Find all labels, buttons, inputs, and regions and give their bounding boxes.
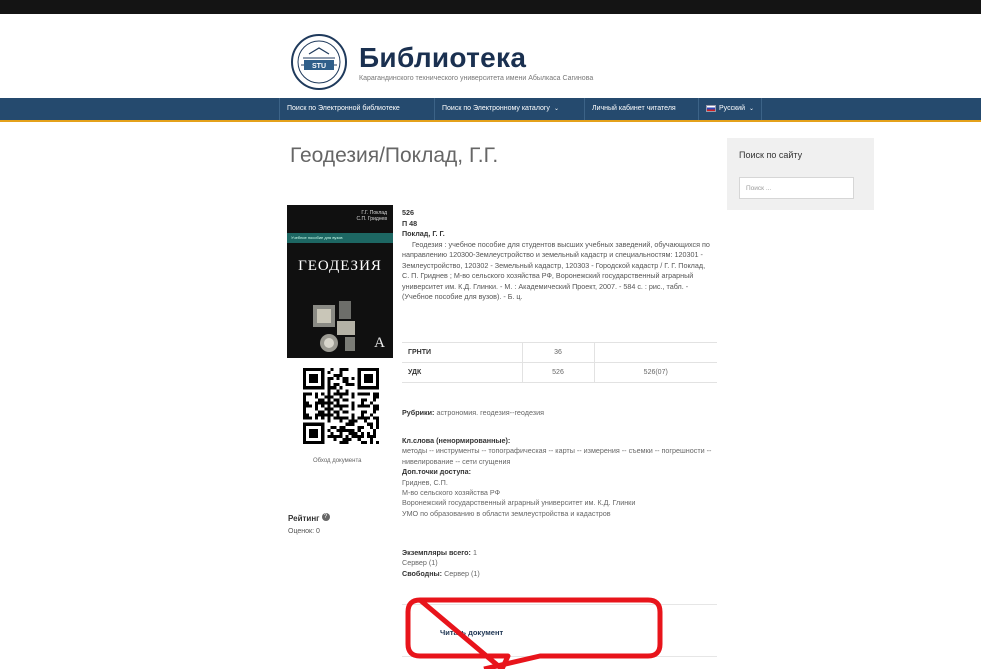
table-cell xyxy=(593,342,717,363)
qr-code[interactable] xyxy=(303,368,379,444)
copies-free-label: Свободны: xyxy=(402,568,443,578)
bibliographic-record: 526 П 48 Поклад, Г. Г. Геодезия : учебно… xyxy=(402,208,714,303)
chevron-down-icon: ⌄ xyxy=(553,106,559,112)
nav-label: Русский xyxy=(719,105,745,112)
nav-item-ebook-search[interactable]: Поиск по Электронной библиотеке xyxy=(279,98,407,120)
nav-item-language[interactable]: Русский ⌄ xyxy=(698,98,763,120)
access-point-item: Воронежский государственный аграрный уни… xyxy=(402,498,636,508)
cover-title: ГЕОДЕЗИЯ xyxy=(298,258,382,274)
access-point-item: Гриднев, С.П. xyxy=(402,477,448,487)
record-code: 526 xyxy=(402,208,414,217)
cover-series: Учебное пособие для вузов xyxy=(291,235,343,240)
book-cover[interactable]: Г.Г. Поклад С.П. Гриднев Учебное пособие… xyxy=(287,205,393,358)
table-cell: ГРНТИ xyxy=(402,342,522,363)
copies-total-value: 1 xyxy=(472,548,477,557)
copies-free-value: Сервер (1) xyxy=(444,568,480,578)
copies-info: Экземпляры всего: 1 Сервер (1) Свободны:… xyxy=(402,548,722,579)
table-cell: 526(07) xyxy=(593,362,717,383)
table-row: ГРНТИ 36 xyxy=(402,342,717,363)
rubrics: Рубрики: астрономия. геодезия--геодезия xyxy=(402,408,722,418)
nav-label: Личный кабинет читателя xyxy=(592,105,676,112)
rating-label: Рейтинг xyxy=(288,514,320,523)
copies-total-label: Экземпляры всего: xyxy=(402,548,471,557)
table-cell: 36 xyxy=(521,342,594,363)
nav-item-reader-account[interactable]: Личный кабинет читателя xyxy=(584,98,683,120)
read-document-link[interactable]: Читать документ xyxy=(440,628,503,637)
page-title: Геодезия/Поклад, Г.Г. xyxy=(290,144,499,167)
access-point-item: М-во сельского хозяйства РФ xyxy=(402,488,501,498)
publisher-mark: A xyxy=(374,335,385,351)
table-row: УДК 526 526(07) xyxy=(402,362,717,383)
nav-label: Поиск по Электронной библиотеке xyxy=(287,105,400,112)
rubrics-value: астрономия. геодезия--геодезия xyxy=(436,408,544,417)
table-cell: УДК xyxy=(402,362,522,383)
qr-caption: Обход документа xyxy=(313,458,362,464)
cover-instruments-image xyxy=(313,301,355,352)
rating-votes: Оценок: 0 xyxy=(288,528,320,535)
logo-text: STU xyxy=(312,63,326,70)
access-points-label: Доп.точки доступа: xyxy=(402,467,472,477)
site-header: STU Библиотека Карагандинского техническ… xyxy=(291,34,593,90)
rating-block: Рейтинг? Оценок: 0 xyxy=(288,508,330,535)
keywords-label: Кл.слова (ненормированные): xyxy=(402,436,511,445)
record-description: Геодезия : учебное пособие для студентов… xyxy=(402,239,710,302)
record-author: Поклад, Г. Г. xyxy=(402,229,445,238)
table-cell: 526 xyxy=(521,362,594,383)
rubrics-label: Рубрики: xyxy=(402,408,435,417)
sidebar-search-widget: Поиск по сайту xyxy=(727,138,874,210)
nav-label: Поиск по Электронному каталогу xyxy=(442,105,550,112)
copies-server: Сервер (1) xyxy=(402,558,438,568)
help-icon[interactable]: ? xyxy=(321,512,330,521)
classification-table: ГРНТИ 36 УДК 526 526(07) xyxy=(402,342,717,383)
nav-item-catalog-search[interactable]: Поиск по Электронному каталогу ⌄ xyxy=(434,98,566,120)
site-subtitle: Карагандинского технического университет… xyxy=(359,74,594,82)
keywords-value: методы -- инструменты -- топографическая… xyxy=(402,446,712,466)
record-author-sign: П 48 xyxy=(402,218,418,228)
system-top-bar xyxy=(0,0,981,14)
keywords-and-access-points: Кл.слова (ненормированные): методы -- ин… xyxy=(402,436,722,519)
chevron-down-icon: ⌄ xyxy=(748,106,755,112)
university-logo[interactable]: STU xyxy=(291,34,347,90)
sidebar-title: Поиск по сайту xyxy=(739,150,803,160)
cover-authors: Г.Г. Поклад С.П. Гриднев xyxy=(356,210,388,222)
access-point-item: УМО по образованию в области землеустрой… xyxy=(402,508,611,518)
site-title[interactable]: Библиотека xyxy=(359,42,593,73)
russian-flag-icon xyxy=(706,104,716,112)
search-input[interactable] xyxy=(739,177,854,199)
main-navbar: Поиск по Электронной библиотеке Поиск по… xyxy=(0,98,981,122)
